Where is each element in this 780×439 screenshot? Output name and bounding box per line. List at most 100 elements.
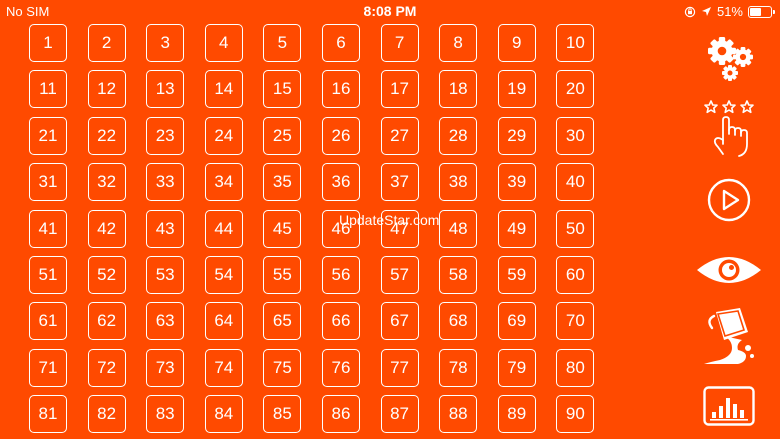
- level-button-63[interactable]: 63: [146, 302, 185, 341]
- level-button-65[interactable]: 65: [263, 302, 302, 341]
- level-button-27[interactable]: 27: [380, 116, 419, 155]
- level-button-44[interactable]: 44: [204, 209, 243, 248]
- level-button-24[interactable]: 24: [204, 116, 243, 155]
- level-button-62[interactable]: 62: [87, 302, 126, 341]
- level-button-79[interactable]: 79: [497, 348, 536, 387]
- level-button-6[interactable]: 6: [321, 24, 360, 62]
- level-button-78[interactable]: 78: [439, 348, 478, 387]
- level-button-26[interactable]: 26: [321, 116, 360, 155]
- level-button-45[interactable]: 45: [263, 209, 302, 248]
- level-button-88[interactable]: 88: [439, 395, 478, 434]
- level-button-4[interactable]: 4: [204, 24, 243, 62]
- battery-fill: [750, 7, 762, 16]
- clock: 8:08 PM: [363, 3, 417, 19]
- level-button-5[interactable]: 5: [263, 24, 302, 62]
- level-button-17[interactable]: 17: [380, 70, 419, 109]
- level-button-1[interactable]: 1: [29, 24, 67, 62]
- level-button-36[interactable]: 36: [321, 163, 360, 202]
- level-button-85[interactable]: 85: [263, 395, 302, 434]
- level-button-34[interactable]: 34: [204, 163, 243, 202]
- level-button-30[interactable]: 30: [556, 116, 595, 155]
- level-button-50[interactable]: 50: [556, 209, 595, 248]
- level-button-23[interactable]: 23: [146, 116, 185, 155]
- level-button-61[interactable]: 61: [29, 302, 67, 341]
- level-button-39[interactable]: 39: [497, 163, 536, 202]
- level-button-82[interactable]: 82: [87, 395, 126, 434]
- battery-percent: 51%: [716, 4, 743, 19]
- level-button-64[interactable]: 64: [204, 302, 243, 341]
- level-button-86[interactable]: 86: [321, 395, 360, 434]
- level-button-40[interactable]: 40: [556, 163, 595, 202]
- level-button-69[interactable]: 69: [497, 302, 536, 341]
- level-button-29[interactable]: 29: [497, 116, 536, 155]
- status-bar: No SIM 8:08 PM 51%: [0, 0, 780, 24]
- level-button-54[interactable]: 54: [204, 255, 243, 294]
- play-button[interactable]: [690, 178, 768, 222]
- level-button-71[interactable]: 71: [29, 348, 67, 387]
- watermark: UpdateStar.com: [339, 212, 440, 228]
- level-button-70[interactable]: 70: [556, 302, 595, 341]
- level-button-25[interactable]: 25: [263, 116, 302, 155]
- level-button-72[interactable]: 72: [87, 348, 126, 387]
- level-button-90[interactable]: 90: [556, 395, 595, 434]
- level-button-48[interactable]: 48: [439, 209, 478, 248]
- level-button-15[interactable]: 15: [263, 70, 302, 109]
- level-button-31[interactable]: 31: [29, 163, 67, 202]
- level-button-9[interactable]: 9: [497, 24, 536, 62]
- level-button-56[interactable]: 56: [321, 255, 360, 294]
- level-button-32[interactable]: 32: [87, 163, 126, 202]
- level-button-10[interactable]: 10: [556, 24, 595, 62]
- level-button-68[interactable]: 68: [439, 302, 478, 341]
- level-button-7[interactable]: 7: [380, 24, 419, 62]
- level-button-60[interactable]: 60: [556, 255, 595, 294]
- level-button-33[interactable]: 33: [146, 163, 185, 202]
- level-button-77[interactable]: 77: [380, 348, 419, 387]
- level-button-12[interactable]: 12: [87, 70, 126, 109]
- view-button[interactable]: [690, 254, 768, 286]
- level-button-35[interactable]: 35: [263, 163, 302, 202]
- level-button-37[interactable]: 37: [380, 163, 419, 202]
- level-button-3[interactable]: 3: [146, 24, 185, 62]
- level-button-55[interactable]: 55: [263, 255, 302, 294]
- level-button-43[interactable]: 43: [146, 209, 185, 248]
- level-button-22[interactable]: 22: [87, 116, 126, 155]
- level-button-66[interactable]: 66: [321, 302, 360, 341]
- level-button-83[interactable]: 83: [146, 395, 185, 434]
- level-button-76[interactable]: 76: [321, 348, 360, 387]
- level-button-87[interactable]: 87: [380, 395, 419, 434]
- level-button-2[interactable]: 2: [87, 24, 126, 62]
- level-button-14[interactable]: 14: [204, 70, 243, 109]
- level-button-42[interactable]: 42: [87, 209, 126, 248]
- level-button-49[interactable]: 49: [497, 209, 536, 248]
- level-button-13[interactable]: 13: [146, 70, 185, 109]
- level-button-11[interactable]: 11: [29, 70, 67, 109]
- level-button-57[interactable]: 57: [380, 255, 419, 294]
- level-button-73[interactable]: 73: [146, 348, 185, 387]
- level-grid: 1 2 3 4 5 6 7 8 9 10 11 12 13 14 15 16 17 18 19 20 21 22 23 24 2…: [29, 24, 595, 434]
- level-button-38[interactable]: 38: [439, 163, 478, 202]
- level-button-41[interactable]: 41: [29, 209, 67, 248]
- level-button-8[interactable]: 8: [439, 24, 478, 62]
- level-button-16[interactable]: 16: [321, 70, 360, 109]
- level-button-20[interactable]: 20: [556, 70, 595, 109]
- level-button-80[interactable]: 80: [556, 348, 595, 387]
- rate-button[interactable]: [690, 96, 768, 158]
- level-button-74[interactable]: 74: [204, 348, 243, 387]
- level-button-28[interactable]: 28: [439, 116, 478, 155]
- settings-button[interactable]: [690, 34, 768, 82]
- stats-button[interactable]: [690, 386, 768, 426]
- level-button-53[interactable]: 53: [146, 255, 185, 294]
- level-button-19[interactable]: 19: [497, 70, 536, 109]
- level-button-89[interactable]: 89: [497, 395, 536, 434]
- level-button-18[interactable]: 18: [439, 70, 478, 109]
- paint-button[interactable]: [690, 306, 768, 368]
- level-button-81[interactable]: 81: [29, 395, 67, 434]
- level-button-59[interactable]: 59: [497, 255, 536, 294]
- level-button-75[interactable]: 75: [263, 348, 302, 387]
- level-button-67[interactable]: 67: [380, 302, 419, 341]
- level-button-52[interactable]: 52: [87, 255, 126, 294]
- level-button-51[interactable]: 51: [29, 255, 67, 294]
- level-button-21[interactable]: 21: [29, 116, 67, 155]
- level-button-58[interactable]: 58: [439, 255, 478, 294]
- level-button-84[interactable]: 84: [204, 395, 243, 434]
